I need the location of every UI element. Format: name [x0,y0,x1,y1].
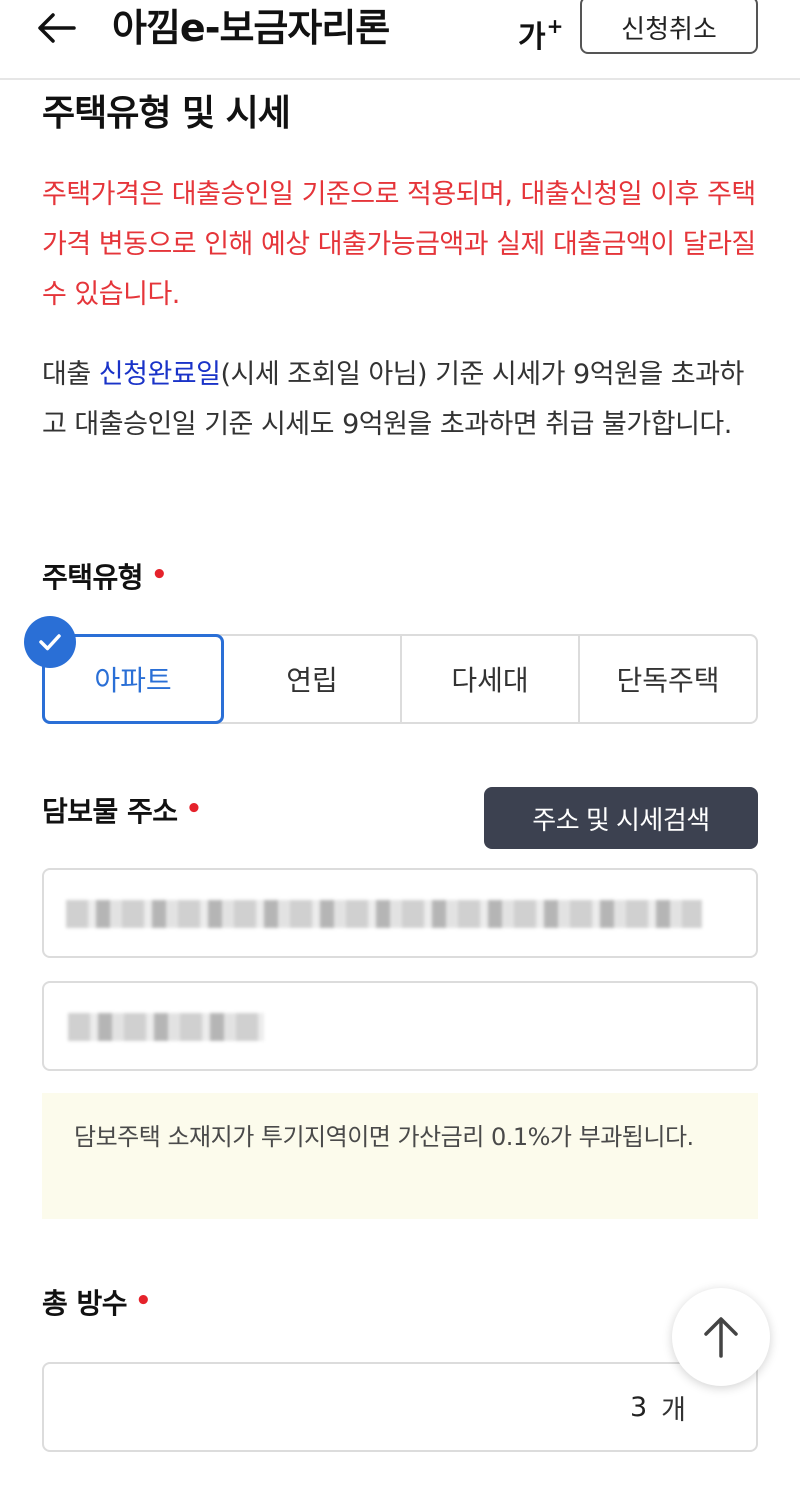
house-type-label-text: 주택유형 [42,561,144,594]
font-size-button[interactable]: 가+ [518,0,564,55]
address-line1-field[interactable] [42,868,758,958]
address-line2-field[interactable] [42,981,758,1071]
section-title: 주택유형 및 시세 [42,93,291,134]
page-title: 아낌e-보금자리론 [112,6,390,50]
cancel-application-button[interactable]: 신청취소 [580,0,758,54]
house-type-option-rowhouse[interactable]: 연립 [224,636,402,722]
house-type-option-multiplex[interactable]: 다세대 [402,636,580,722]
redacted-address-detail [68,1013,264,1041]
scroll-to-top-button[interactable] [672,1288,770,1386]
total-rooms-value: 3 [629,1391,648,1423]
house-type-label: 주택유형 • [42,556,168,596]
font-size-plus: + [546,14,564,38]
required-mark: • [135,1286,152,1316]
total-rooms-label-text: 총 방수 [42,1287,128,1320]
selected-check-icon [24,616,76,668]
back-button[interactable] [30,4,82,52]
total-rooms-label: 총 방수 • [42,1282,152,1322]
font-size-label: 가 [518,20,546,55]
arrow-up-icon [704,1317,738,1358]
required-mark: • [151,560,168,590]
collateral-address-label: 담보물 주소 • [42,790,202,830]
total-rooms-unit: 개 [661,1394,686,1426]
price-warning-text: 주택가격은 대출승인일 기준으로 적용되며, 대출신청일 이후 주택가격 변동으… [42,179,756,310]
total-rooms-input[interactable]: 3 개 [42,1362,758,1452]
address-price-search-button[interactable]: 주소 및 시세검색 [484,787,758,849]
price-info-text: 대출 신청완료일(시세 조회일 아님) 기준 시세가 9억원을 초과하고 대출승… [42,350,762,450]
arrow-left-icon [38,13,76,43]
redacted-address [66,900,702,928]
speculation-zone-notice: 담보주택 소재지가 투기지역이면 가산금리 0.1%가 부과됩니다. [42,1093,758,1219]
house-type-selector: 아파트 연립 다세대 단독주택 [42,634,758,724]
info-prefix: 대출 [42,359,99,390]
required-mark: • [185,794,203,824]
collateral-address-label-text: 담보물 주소 [42,795,178,828]
app-header: 아낌e-보금자리론 가+ 신청취소 [0,0,800,80]
house-type-option-detached[interactable]: 단독주택 [580,636,756,722]
info-highlight: 신청완료일 [98,359,221,390]
